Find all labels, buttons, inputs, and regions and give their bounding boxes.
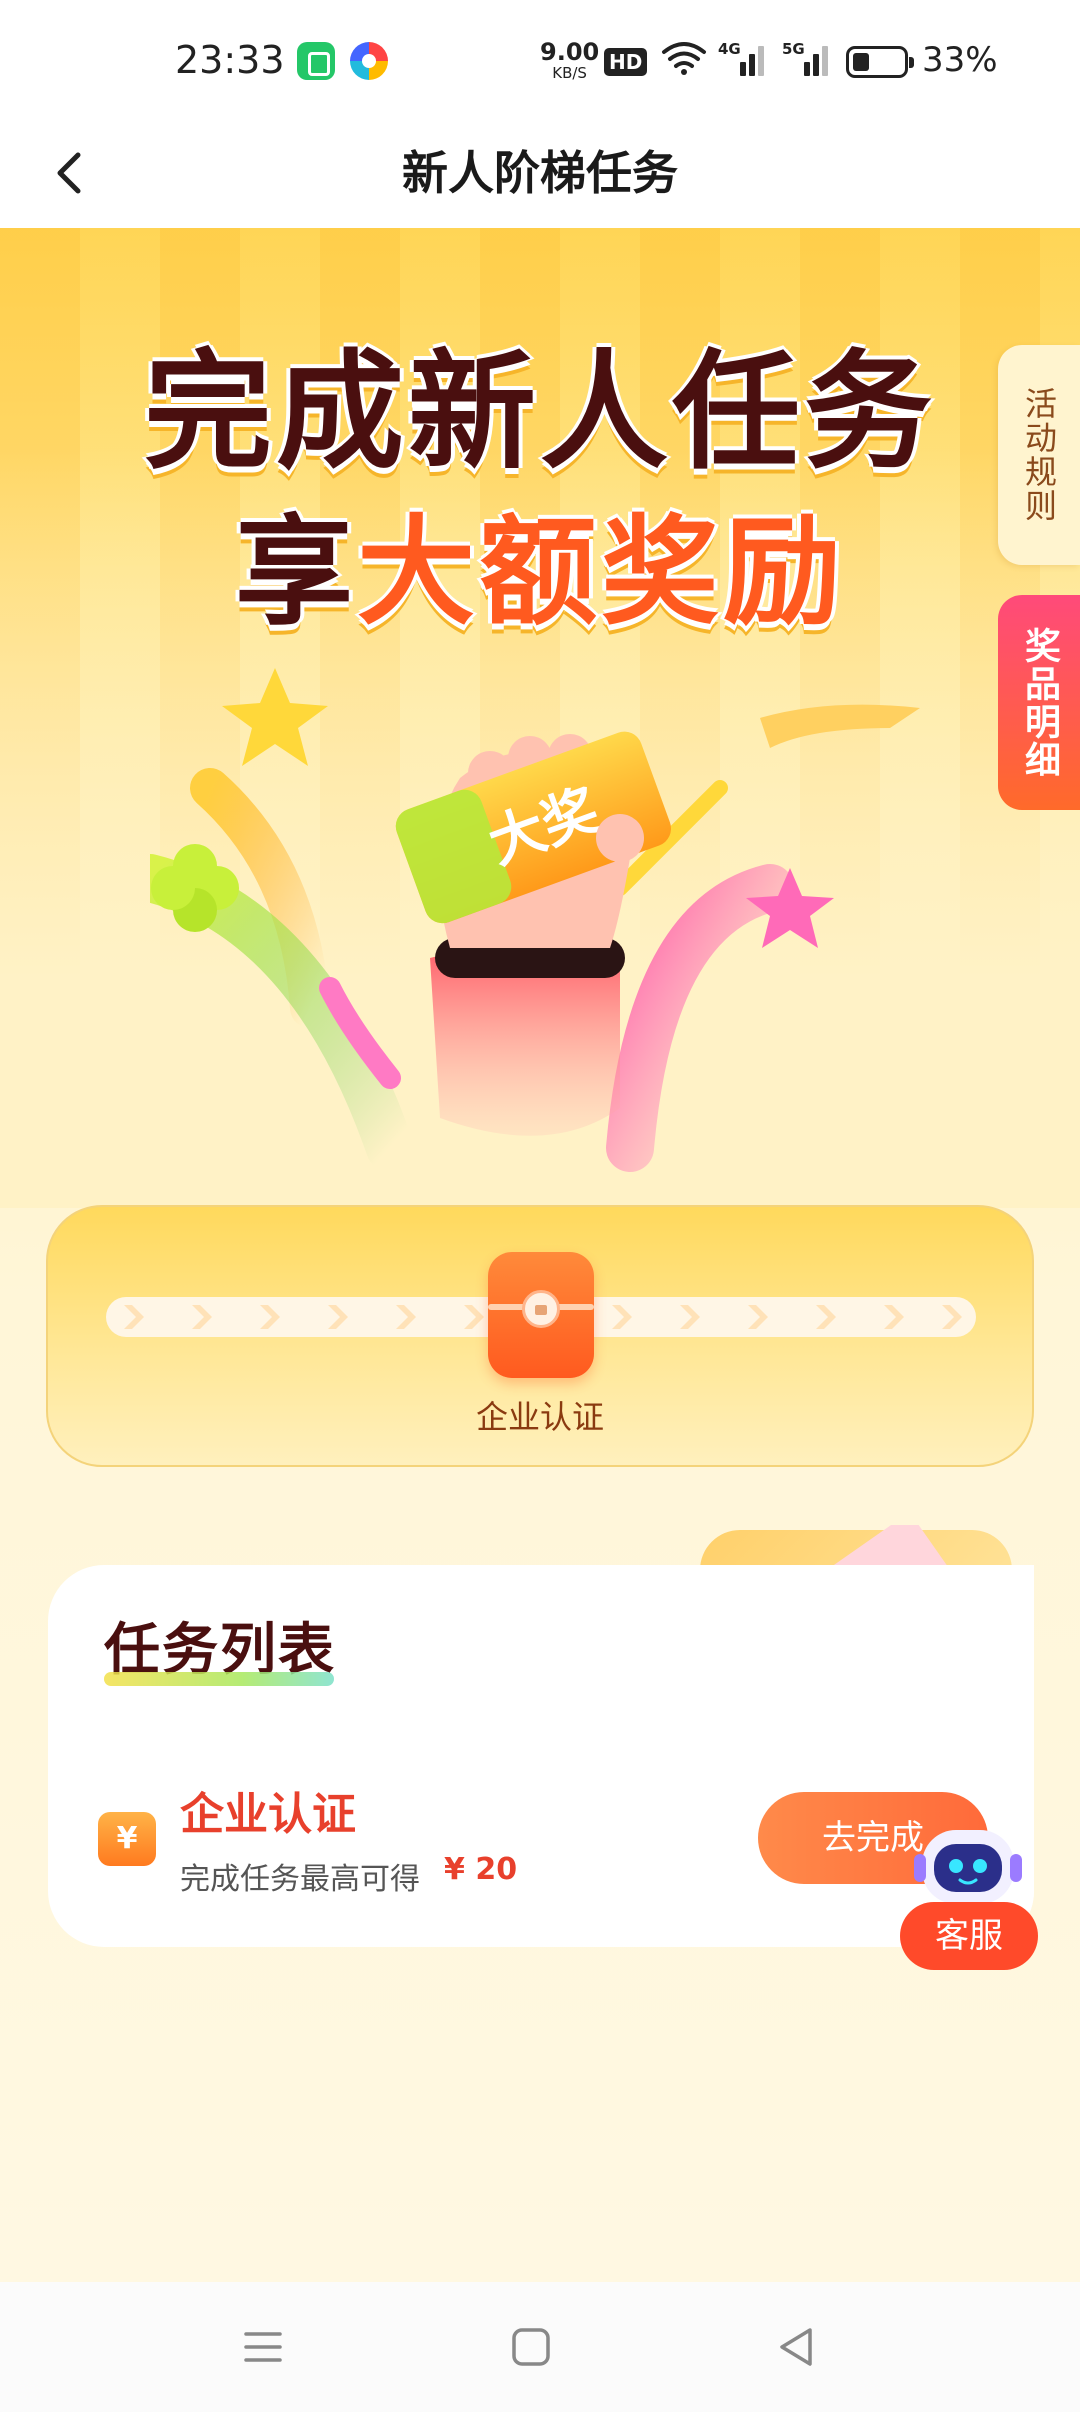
wifi-icon — [662, 42, 706, 75]
task-reward: ¥ 20 — [444, 1852, 518, 1887]
task-description: 完成任务最高可得 — [180, 1862, 420, 1897]
yuan-coupon-icon: ¥ — [98, 1812, 156, 1866]
status-bar: 23:33 9.00 KB/S HD 4G 5G 33% — [0, 0, 1080, 115]
progress-card: 企业认证 — [46, 1205, 1034, 1467]
app-notification-icon-2 — [350, 42, 388, 80]
back-triangle-icon[interactable] — [772, 2322, 822, 2372]
network-speed-unit: KB/S — [552, 64, 587, 82]
signal-4g-icon: 4G — [718, 40, 772, 76]
page-title: 新人阶梯任务 — [402, 146, 678, 200]
app-notification-icon — [297, 42, 335, 80]
hd-icon: HD — [604, 48, 648, 76]
battery-icon — [846, 46, 914, 78]
lock-icon — [522, 1290, 560, 1328]
hero-banner: 完成新人任务 享大额奖励 大奖 — [0, 228, 1080, 1208]
prize-details-tab[interactable]: 奖品明细 — [998, 595, 1080, 810]
signal-5g-label: 5G — [782, 40, 805, 58]
battery-percent: 33% — [922, 40, 998, 80]
task-name: 企业认证 — [180, 1789, 356, 1840]
signal-5g-icon: 5G — [782, 40, 836, 76]
signal-4g-label: 4G — [718, 40, 741, 58]
network-speed: 9.00 KB/S — [540, 40, 599, 81]
robot-icon[interactable] — [912, 1820, 1024, 1910]
top-app-bar: 新人阶梯任务 — [0, 115, 1080, 228]
milestone-red-envelope[interactable] — [488, 1252, 594, 1378]
status-time: 23:33 — [175, 38, 285, 82]
home-icon[interactable] — [506, 2322, 556, 2372]
activity-rules-tab[interactable]: 活动规则 — [998, 345, 1080, 565]
title-underline — [104, 1672, 334, 1686]
page: 23:33 9.00 KB/S HD 4G 5G 33% 新人阶梯任务 完成新人… — [0, 0, 1080, 2412]
network-speed-value: 9.00 — [540, 38, 600, 66]
hero-headline: 完成新人任务 — [143, 338, 936, 487]
menu-icon[interactable] — [238, 2322, 288, 2372]
customer-service-button[interactable]: 客服 — [900, 1902, 1038, 1970]
milestone-label: 企业认证 — [475, 1398, 604, 1436]
prize-hand-illustration: 大奖 — [150, 668, 920, 1172]
system-nav-bar — [0, 2282, 1080, 2412]
